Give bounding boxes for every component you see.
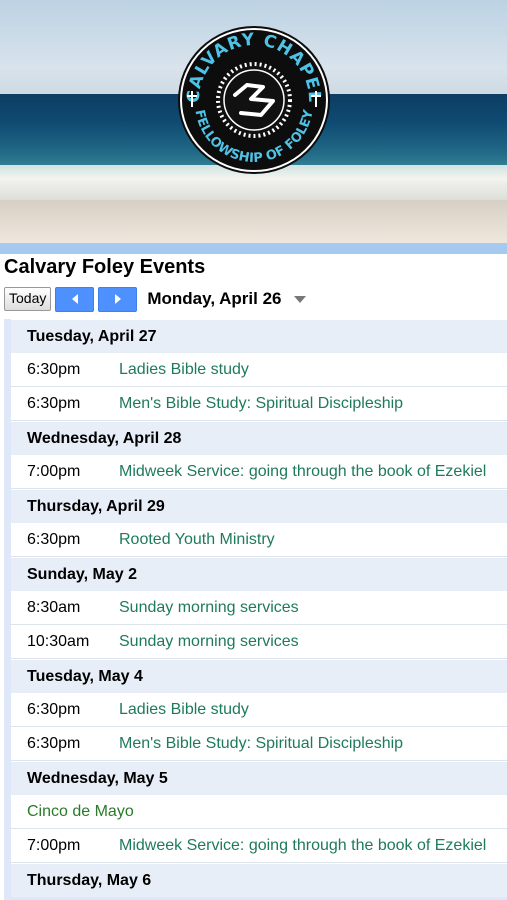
event-row[interactable]: 10:30am Sunday morning services (11, 625, 507, 659)
event-time: 6:30pm (27, 360, 81, 378)
today-button[interactable]: Today (4, 287, 52, 311)
date-dropdown-icon[interactable] (293, 295, 306, 303)
sand-background (0, 200, 507, 243)
event-title-link[interactable]: Sunday morning services (119, 633, 299, 651)
current-date-label: Monday, April 26 (147, 289, 282, 308)
event-time: 10:30am (27, 632, 90, 650)
chevron-left-icon (71, 294, 78, 304)
previous-button[interactable] (55, 286, 95, 312)
day-header: Wednesday, May 5 (11, 761, 507, 795)
banner-divider (0, 243, 507, 254)
church-logo: CALVARY CHAPEL FELLOWSHIP OF FOLEY (178, 26, 330, 174)
agenda-list[interactable]: Tuesday, April 27 6:30pm Ladies Bible st… (4, 319, 507, 900)
event-title-link[interactable]: Midweek Service: going through the book … (119, 463, 486, 481)
header-banner: CALVARY CHAPEL FELLOWSHIP OF FOLEY (0, 0, 507, 243)
event-time: 6:30pm (27, 394, 81, 412)
next-button[interactable] (98, 286, 138, 312)
event-row[interactable]: 6:30pm Men's Bible Study: Spiritual Disc… (11, 387, 507, 421)
event-time: 7:00pm (27, 462, 81, 480)
event-time: 6:30pm (27, 530, 81, 548)
day-header: Thursday, April 29 (11, 489, 507, 523)
event-time: 7:00pm (27, 836, 81, 854)
calendar-nav: Today Monday, April 26 (4, 286, 306, 312)
event-row[interactable]: 7:00pm Midweek Service: going through th… (11, 829, 507, 863)
event-row[interactable]: 6:30pm Men's Bible Study: Spiritual Disc… (11, 727, 507, 761)
event-title-link[interactable]: Ladies Bible study (119, 701, 249, 719)
day-header: Tuesday, April 27 (11, 319, 507, 353)
calendar-title: Calvary Foley Events (4, 256, 206, 278)
event-row[interactable]: 7:00pm Midweek Service: going through th… (11, 455, 507, 489)
event-row[interactable]: 6:30pm Ladies Bible study (11, 353, 507, 387)
event-title-link[interactable]: Men's Bible Study: Spiritual Discipleshi… (119, 395, 403, 413)
chevron-right-icon (114, 294, 121, 304)
event-title-link[interactable]: Men's Bible Study: Spiritual Discipleshi… (119, 735, 403, 753)
day-header: Tuesday, May 4 (11, 659, 507, 693)
event-title-link[interactable]: Rooted Youth Ministry (119, 531, 275, 549)
event-title-link[interactable]: Ladies Bible study (119, 361, 249, 379)
all-day-event-row[interactable]: Cinco de Mayo (11, 795, 507, 829)
event-row[interactable]: 8:30am Sunday morning services (11, 591, 507, 625)
event-title-link[interactable]: Midweek Service: going through the book … (119, 837, 486, 855)
day-header: Thursday, May 6 (11, 863, 507, 897)
event-row[interactable]: 6:30pm Rooted Youth Ministry (11, 523, 507, 557)
event-row[interactable]: 6:30pm Ladies Bible study (11, 693, 507, 727)
event-title-link[interactable]: Sunday morning services (119, 599, 299, 617)
day-header: Wednesday, April 28 (11, 421, 507, 455)
event-time: 8:30am (27, 598, 81, 616)
event-time: 6:30pm (27, 700, 81, 718)
day-header: Sunday, May 2 (11, 557, 507, 591)
event-time: 6:30pm (27, 734, 81, 752)
all-day-event-title[interactable]: Cinco de Mayo (11, 803, 134, 821)
